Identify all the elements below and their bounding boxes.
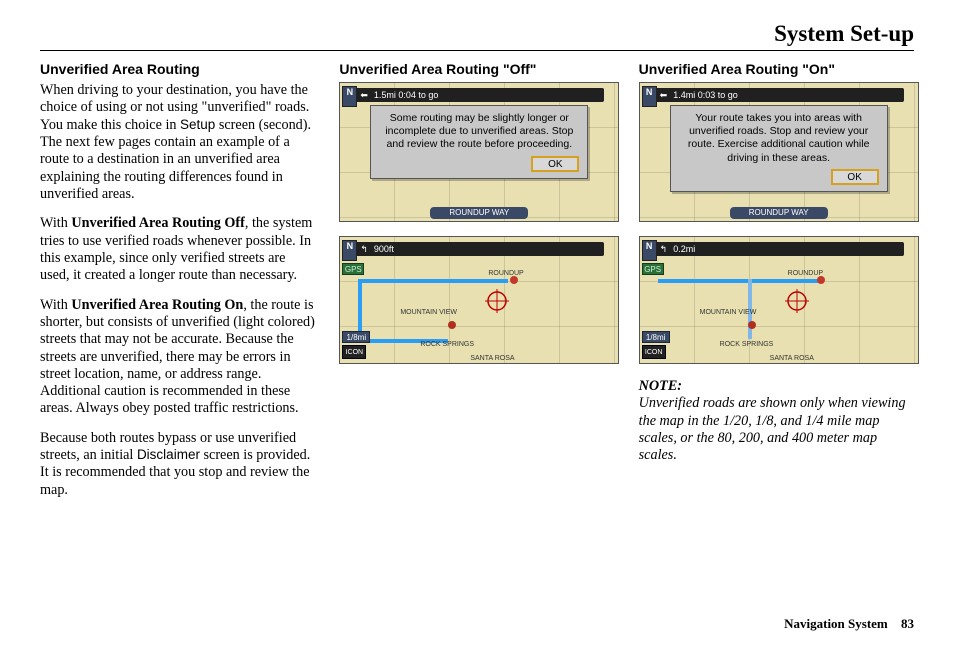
off-screenshot-map: N GPS ↰ 900ft 1/8mi ICON ROUNDUP MOUNTAI… [339, 236, 619, 364]
label-mtn: MOUNTAIN VIEW [400, 309, 457, 316]
col2-heading: Unverified Area Routing "Off" [339, 61, 614, 78]
gps-badge: GPS [642, 263, 664, 275]
note-label: NOTE: [639, 378, 682, 394]
col1-p3: With Unverified Area Routing On, the rou… [40, 297, 315, 418]
on-dialog: Your route takes you into areas with unv… [670, 105, 888, 192]
note: NOTE: Unverified roads are shown only wh… [639, 378, 914, 465]
on-ok-button[interactable]: OK [831, 169, 879, 185]
label-rosa: SANTA ROSA [470, 355, 514, 362]
off-ok-button[interactable]: OK [531, 156, 579, 172]
destination-marker [817, 276, 825, 284]
arrow-icon: ↰ [660, 242, 668, 256]
col3-heading: Unverified Area Routing "On" [639, 61, 914, 78]
route-segment [658, 279, 818, 283]
footer: Navigation System 83 [784, 616, 914, 632]
crosshair-icon [485, 289, 509, 313]
note-body: Unverified roads are shown only when vie… [639, 395, 906, 463]
on-dialog-text: Your route takes you into areas with unv… [688, 112, 870, 163]
label-rock: ROCK SPRINGS [720, 341, 774, 348]
col1-p2-bold: Unverified Area Routing Off [71, 215, 245, 231]
col-2: Unverified Area Routing "Off" N ⬅ 1.5mi … [339, 61, 614, 511]
arrow-icon: ⬅ [660, 88, 668, 102]
footer-page: 83 [901, 616, 914, 631]
off-dialog: Some routing may be slightly longer or i… [370, 105, 588, 178]
off-topbar: ⬅ 1.5mi 0:04 to go [354, 88, 604, 102]
label-rock: ROCK SPRINGS [420, 341, 474, 348]
off-street-label: ROUNDUP WAY [430, 207, 528, 219]
crosshair-icon [785, 289, 809, 313]
col1-p3b: , the route is shorter, but consists of … [40, 297, 315, 417]
arrow-icon: ↰ [360, 242, 368, 256]
destination-marker [510, 276, 518, 284]
col-3: Unverified Area Routing "On" N ⬅ 1.4mi 0… [639, 61, 914, 511]
on-topbar: ⬅ 1.4mi 0:03 to go [654, 88, 904, 102]
arrow-icon: ⬅ [360, 88, 368, 102]
on-map-topbar: ↰ 0.2mi [654, 242, 904, 256]
waypoint-marker [748, 321, 756, 329]
label-roundup: ROUNDUP [488, 270, 523, 277]
waypoint-marker [448, 321, 456, 329]
off-dialog-text: Some routing may be slightly longer or i… [385, 112, 573, 150]
scale-badge: 1/8mi [642, 331, 670, 343]
off-map-topbar-text: 900ft [374, 242, 394, 256]
scale-badge: 1/8mi [342, 331, 370, 343]
icon-badge: ICON [342, 345, 366, 359]
on-topbar-text: 1.4mi 0:03 to go [673, 88, 738, 102]
col-1: Unverified Area Routing When driving to … [40, 61, 315, 511]
disclaimer-word: Disclaimer [137, 447, 200, 462]
compass-icon: N [642, 240, 657, 261]
col1-p3-bold: Unverified Area Routing On [71, 297, 243, 313]
on-screenshot-map: N GPS ↰ 0.2mi 1/8mi ICON ROUNDUP MOUNTAI… [639, 236, 919, 364]
label-rosa: SANTA ROSA [770, 355, 814, 362]
on-street-label: ROUNDUP WAY [730, 207, 828, 219]
route-segment [358, 279, 508, 283]
footer-label: Navigation System [784, 616, 888, 631]
label-mtn: MOUNTAIN VIEW [700, 309, 757, 316]
setup-word: Setup [180, 117, 215, 132]
label-roundup: ROUNDUP [788, 270, 823, 277]
compass-icon: N [642, 86, 657, 107]
col1-heading: Unverified Area Routing [40, 61, 315, 78]
compass-icon: N [342, 240, 357, 261]
columns: Unverified Area Routing When driving to … [40, 61, 914, 511]
icon-badge: ICON [642, 345, 666, 359]
on-map-topbar-text: 0.2mi [673, 242, 695, 256]
off-screenshot-dialog: N ⬅ 1.5mi 0:04 to go Some routing may be… [339, 82, 619, 222]
page-title: System Set-up [40, 20, 914, 51]
col1-p1: When driving to your destination, you ha… [40, 82, 315, 203]
col1-p3a: With [40, 297, 71, 313]
off-map-topbar: ↰ 900ft [354, 242, 604, 256]
col1-p2: With Unverified Area Routing Off, the sy… [40, 215, 315, 284]
col1-p4: Because both routes bypass or use unveri… [40, 430, 315, 499]
col1-p2a: With [40, 215, 71, 231]
compass-icon: N [342, 86, 357, 107]
off-topbar-text: 1.5mi 0:04 to go [374, 88, 439, 102]
gps-badge: GPS [342, 263, 364, 275]
on-screenshot-dialog: N ⬅ 1.4mi 0:03 to go Your route takes yo… [639, 82, 919, 222]
